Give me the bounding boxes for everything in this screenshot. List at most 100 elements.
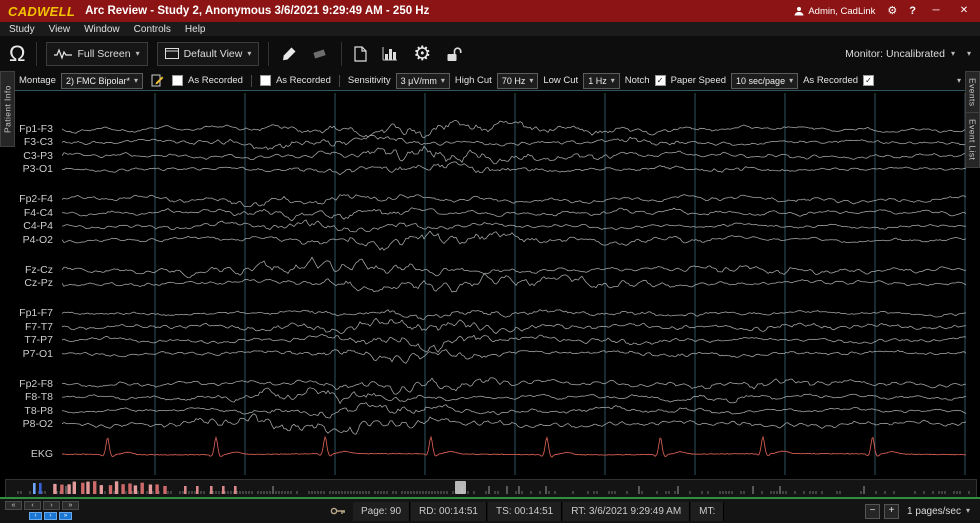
channel-label: F8-T8 <box>25 391 53 403</box>
trends-button[interactable] <box>379 41 401 67</box>
mt-time: MT: <box>691 502 724 521</box>
window-title: Arc Review - Study 2, Anonymous 3/6/2021… <box>85 5 429 17</box>
chevron-down-icon: ▾ <box>247 50 251 58</box>
channel-labels: Fp1-F3F3-C3C3-P3P3-O1Fp2-F4F4-C4C4-P4P4-… <box>0 91 58 479</box>
user-icon <box>794 6 804 16</box>
default-view-label: Default View <box>184 48 243 60</box>
low-cut-select[interactable]: 1 Hz ▾ <box>583 73 620 89</box>
lock-cursor-toggle[interactable] <box>330 506 352 516</box>
unlock-icon <box>446 46 462 62</box>
chevron-down-icon: ▾ <box>136 50 140 58</box>
channel-label: P4-O2 <box>23 234 53 246</box>
app-window: CADWELL Arc Review - Study 2, Anonymous … <box>0 0 980 523</box>
chevron-down-icon: ▾ <box>951 50 955 58</box>
channel-label: C4-P4 <box>23 220 53 232</box>
high-cut-value: 70 Hz <box>502 76 526 86</box>
cadlink-settings-icon[interactable]: ⚙ <box>887 6 897 17</box>
monitor-select[interactable]: Monitor: Uncalibrated ▾ ▾ <box>845 48 971 60</box>
overview-events <box>6 480 974 495</box>
high-cut-label: High Cut <box>455 75 492 86</box>
eraser-tool-button[interactable] <box>309 41 332 67</box>
default-view-button[interactable]: Default View ▾ <box>157 42 260 66</box>
settings-overflow-chevron[interactable]: ▾ <box>957 77 961 85</box>
menu-item-help[interactable]: Help <box>185 24 206 35</box>
montage-label: Montage <box>19 75 56 86</box>
menu-item-window[interactable]: Window <box>84 24 120 35</box>
menu-item-study[interactable]: Study <box>9 24 35 35</box>
channel-label: F7-T7 <box>25 321 53 333</box>
cadwell-logo: CADWELL <box>8 4 75 19</box>
prev-page-button[interactable]: ‹ <box>24 501 41 510</box>
key-icon <box>330 506 346 516</box>
speed-increase-button[interactable]: + <box>884 504 899 519</box>
toolbar-separator <box>36 42 37 66</box>
as-recorded-display-checkbox[interactable]: ✓ <box>863 75 874 86</box>
montage-select[interactable]: 2) FMC Bipolar* ▾ <box>61 73 143 89</box>
full-screen-button[interactable]: Full Screen ▾ <box>46 42 147 66</box>
low-cut-value: 1 Hz <box>588 76 607 86</box>
montage-editor-button[interactable] <box>148 74 167 88</box>
histogram-icon <box>382 46 398 61</box>
play-back-button[interactable]: ‹ <box>29 512 42 520</box>
tab-event-list[interactable]: Event List <box>965 112 980 168</box>
minimize-button[interactable]: ─ <box>928 6 944 16</box>
menu-item-controls[interactable]: Controls <box>134 24 171 35</box>
channel-label: EKG <box>31 448 53 460</box>
user-menu[interactable]: Admin, CadLink <box>794 6 875 17</box>
study-overview-bar[interactable] <box>5 479 977 498</box>
channel-label: Fp1-F3 <box>19 123 53 135</box>
tab-events[interactable]: Events <box>965 71 980 113</box>
document-icon <box>354 46 367 62</box>
as-recorded-montage-label: As Recorded <box>188 75 243 86</box>
as-recorded-filters-label: As Recorded <box>276 75 331 86</box>
settings-button[interactable]: ⚙ <box>410 41 434 67</box>
title-bar-controls: Admin, CadLink ⚙ ? ─ ✕ <box>794 6 972 17</box>
menu-item-view[interactable]: View <box>49 24 71 35</box>
channel-label: P7-O1 <box>23 348 53 360</box>
full-screen-label: Full Screen <box>77 48 130 60</box>
settings-separator <box>251 75 252 87</box>
eeg-traces[interactable] <box>62 91 966 477</box>
marker-icon <box>281 46 297 62</box>
play-fast-button[interactable]: » <box>59 512 72 520</box>
channel-label: P8-O2 <box>23 418 53 430</box>
paper-speed-select[interactable]: 10 sec/page ▾ <box>731 73 798 89</box>
speed-decrease-button[interactable]: − <box>865 504 880 519</box>
notch-checkbox[interactable]: ✓ <box>655 75 666 86</box>
settings-separator <box>339 75 340 87</box>
tab-patient-info[interactable]: Patient Info <box>0 71 15 147</box>
channel-label: F4-C4 <box>24 207 53 219</box>
status-bar: « ‹ › » ‹ › » Page: 90 RD: 00:14:51 TS: … <box>0 499 980 523</box>
as-recorded-filters-checkbox[interactable] <box>260 75 271 86</box>
next-page-button[interactable]: › <box>43 501 60 510</box>
monitor-label: Monitor: Uncalibrated <box>845 48 945 60</box>
impedance-button[interactable]: Ω <box>9 43 25 65</box>
close-button[interactable]: ✕ <box>956 6 972 16</box>
low-cut-label: Low Cut <box>543 75 578 86</box>
last-page-button[interactable]: » <box>62 501 79 510</box>
new-report-button[interactable] <box>351 41 370 67</box>
rt-time: RT: 3/6/2021 9:29:49 AM <box>563 502 690 521</box>
marker-tool-button[interactable] <box>278 41 300 67</box>
high-cut-select[interactable]: 70 Hz ▾ <box>497 73 539 89</box>
channel-label: Fp1-F7 <box>19 307 53 319</box>
page-navigation: « ‹ › » ‹ › » <box>5 501 79 520</box>
lock-view-button[interactable] <box>443 41 465 67</box>
as-recorded-montage-checkbox[interactable] <box>172 75 183 86</box>
page-indicator: Page: 90 <box>353 502 410 521</box>
channel-label: F3-C3 <box>24 136 53 148</box>
chevron-down-icon: ▾ <box>441 77 445 85</box>
first-page-button[interactable]: « <box>5 501 22 510</box>
edit-montage-icon <box>151 74 164 87</box>
sensitivity-select[interactable]: 3 μV/mm ▾ <box>396 73 450 89</box>
channel-label: Cz-Pz <box>24 277 53 289</box>
toolbar-overflow-chevron[interactable]: ▾ <box>967 50 971 58</box>
help-button[interactable]: ? <box>909 6 916 17</box>
play-button[interactable]: › <box>44 512 57 520</box>
page-speed-select[interactable]: 1 pages/sec ▾ <box>903 506 974 517</box>
waveform-icon <box>54 48 72 60</box>
sensitivity-value: 3 μV/mm <box>401 76 437 86</box>
chevron-down-icon: ▾ <box>966 507 970 515</box>
notch-label: Notch <box>625 75 650 86</box>
chevron-down-icon: ▾ <box>611 77 615 85</box>
